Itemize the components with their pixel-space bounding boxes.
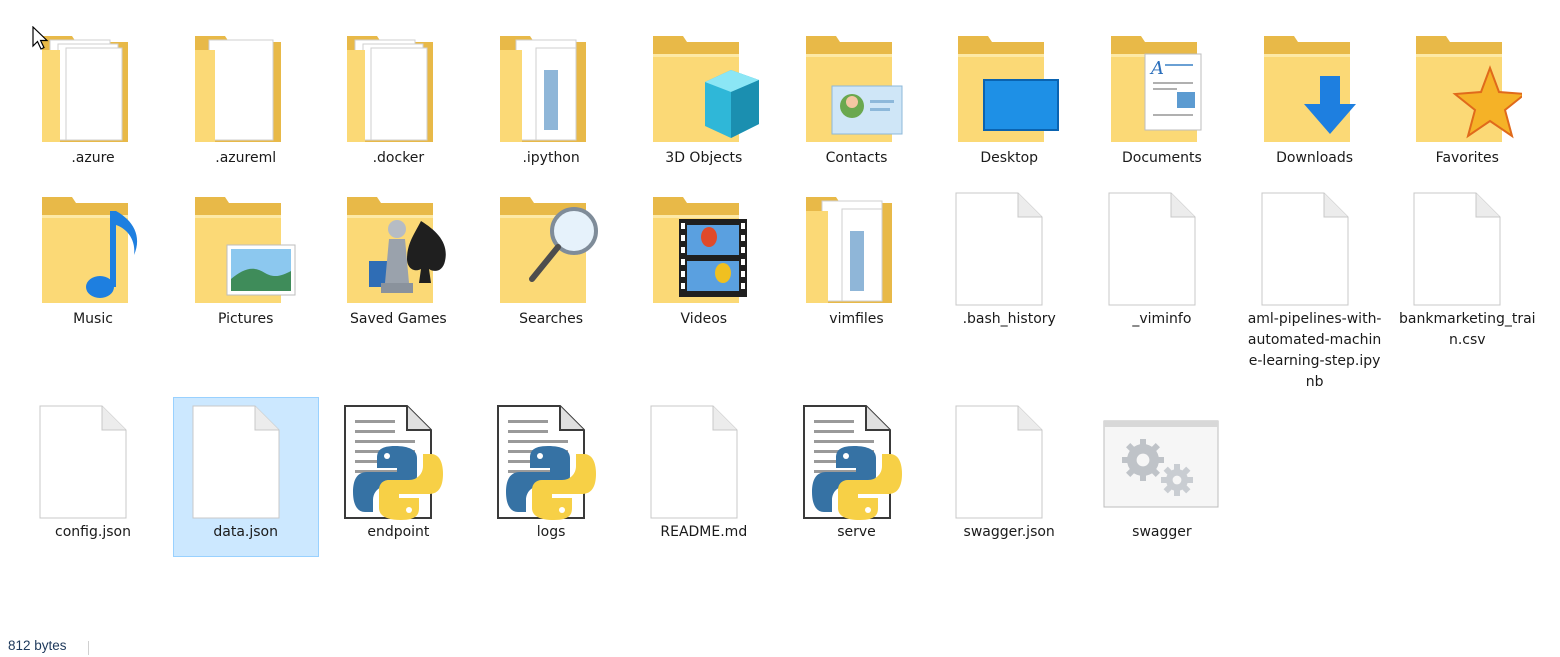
file-item[interactable]: vimfiles: [785, 185, 929, 330]
folder-pictures-icon: [174, 185, 318, 309]
file-item-label: swagger: [1132, 524, 1192, 540]
folder-videos-icon: [632, 185, 776, 309]
file-item[interactable]: A Documents: [1090, 24, 1234, 169]
python-file-icon: [785, 398, 929, 522]
file-item[interactable]: Downloads: [1243, 24, 1387, 169]
file-item-label: Documents: [1121, 150, 1202, 166]
folder-music-icon: [21, 185, 165, 309]
python-file-icon: [326, 398, 470, 522]
file-item[interactable]: Music: [21, 185, 165, 330]
file-item-label: serve: [837, 524, 876, 540]
file-item-label: Contacts: [825, 150, 888, 166]
file-item[interactable]: config.json: [21, 398, 165, 543]
file-item[interactable]: Videos: [632, 185, 776, 330]
file-item[interactable]: Contacts: [785, 24, 929, 169]
file-item[interactable]: .docker: [326, 24, 470, 169]
folder-desktop-icon: [937, 24, 1081, 148]
file-item-label: vimfiles: [829, 311, 884, 327]
mouse-cursor-icon: [32, 26, 49, 50]
file-item-label: endpoint: [367, 524, 430, 540]
file-item-label: Favorites: [1435, 150, 1499, 166]
file-item-label: Saved Games: [350, 311, 447, 327]
file-icon-grid: .azure .azureml .docker .ipython 3D Objects C…: [0, 0, 1560, 630]
file-item[interactable]: bankmarketing_train.csv: [1395, 185, 1539, 351]
file-item-label: Desktop: [980, 150, 1039, 166]
file-item[interactable]: Searches: [479, 185, 623, 330]
file-item[interactable]: _viminfo: [1090, 185, 1234, 330]
file-item[interactable]: serve: [785, 398, 929, 543]
blank-file-icon: [937, 185, 1081, 309]
file-item[interactable]: logs: [479, 398, 623, 543]
folder-saved-games-icon: [326, 185, 470, 309]
file-item-label: .docker: [372, 150, 425, 166]
file-item[interactable]: Pictures: [174, 185, 318, 330]
file-item[interactable]: Favorites: [1395, 24, 1539, 169]
file-item-label: aml-pipelines-with-automated-machine-lea…: [1247, 311, 1382, 390]
folder-downloads-icon: [1243, 24, 1387, 148]
file-item-label: .azure: [71, 150, 115, 166]
file-item-label: .ipython: [522, 150, 580, 166]
file-item[interactable]: swagger.json: [937, 398, 1081, 543]
file-item[interactable]: endpoint: [326, 398, 470, 543]
file-item-label: swagger.json: [963, 524, 1055, 540]
blank-file-icon: [174, 398, 318, 522]
file-item-label: bankmarketing_train.csv: [1399, 311, 1536, 348]
file-item-label: 3D Objects: [665, 150, 743, 166]
folder-favorites-icon: [1395, 24, 1539, 148]
folder-image-icon: [785, 185, 929, 309]
file-item-label: logs: [536, 524, 566, 540]
file-item[interactable]: .bash_history: [937, 185, 1081, 330]
file-item-label: data.json: [213, 524, 278, 540]
file-item-label: Pictures: [217, 311, 274, 327]
file-item[interactable]: aml-pipelines-with-automated-machine-lea…: [1243, 185, 1387, 393]
file-item[interactable]: Saved Games: [326, 185, 470, 330]
file-item-label: .bash_history: [962, 311, 1056, 327]
folder-documents-icon: A: [1090, 24, 1234, 148]
executable-gears-icon: [1090, 398, 1234, 522]
file-item[interactable]: 3D Objects: [632, 24, 776, 169]
file-item[interactable]: data.json: [172, 397, 319, 557]
folder-3d-objects-icon: [632, 24, 776, 148]
folder-doc-icon: [174, 24, 318, 148]
status-bar-divider: [88, 641, 89, 655]
file-item-label: config.json: [55, 524, 131, 540]
blank-file-icon: [21, 398, 165, 522]
file-item[interactable]: .ipython: [479, 24, 623, 169]
status-bar-size: 812 bytes: [8, 638, 67, 653]
file-item[interactable]: README.md: [632, 398, 776, 543]
file-item-label: Music: [73, 311, 113, 327]
file-item[interactable]: .azureml: [174, 24, 318, 169]
blank-file-icon: [1395, 185, 1539, 309]
blank-file-icon: [632, 398, 776, 522]
blank-file-icon: [1243, 185, 1387, 309]
blank-file-icon: [937, 398, 1081, 522]
svg-text:A: A: [1149, 58, 1164, 79]
folder-searches-icon: [479, 185, 623, 309]
file-item-label: _viminfo: [1132, 311, 1192, 327]
file-item-label: README.md: [660, 524, 748, 540]
file-item-label: Videos: [680, 311, 728, 327]
python-file-icon: [479, 398, 623, 522]
file-item-label: .azureml: [215, 150, 277, 166]
folder-docs-icon: [326, 24, 470, 148]
folder-contacts-icon: [785, 24, 929, 148]
folder-image-icon: [479, 24, 623, 148]
file-item-label: Downloads: [1276, 150, 1354, 166]
file-item-label: Searches: [519, 311, 584, 327]
file-item[interactable]: swagger: [1090, 398, 1234, 543]
file-item[interactable]: Desktop: [937, 24, 1081, 169]
blank-file-icon: [1090, 185, 1234, 309]
